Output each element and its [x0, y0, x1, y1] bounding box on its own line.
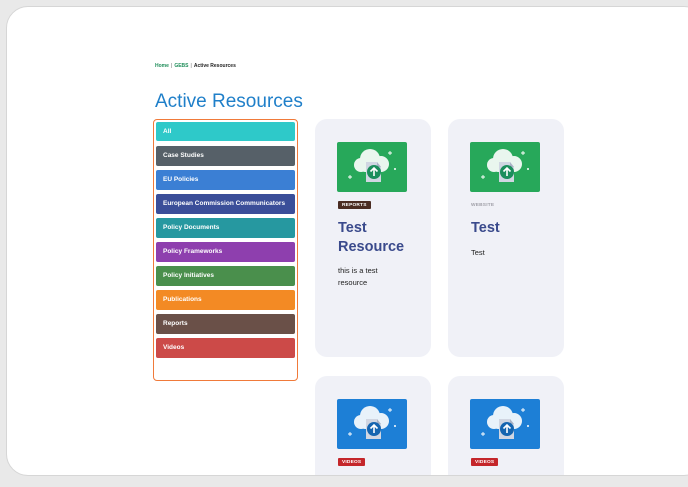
breadcrumb-separator: | [190, 63, 192, 69]
cloud-upload-icon [348, 149, 396, 182]
breadcrumb-current: Active Resources [193, 63, 236, 69]
resource-thumbnail [337, 399, 407, 449]
filter-case-studies[interactable]: Case Studies [156, 146, 295, 166]
filter-policy-initiatives[interactable]: Policy Initiatives [156, 266, 295, 286]
breadcrumb-section-link[interactable]: GEBS [174, 63, 188, 69]
filter-policy-frameworks[interactable]: Policy Frameworks [156, 242, 295, 262]
resource-thumbnail [470, 399, 540, 449]
resource-title[interactable]: Test Resource [338, 219, 404, 257]
resource-card[interactable]: VIDEOS [315, 376, 431, 475]
resource-title-line: Test [338, 220, 367, 236]
breadcrumb: Home | GEBS | Active Resources [155, 63, 236, 69]
cloud-upload-icon [348, 406, 396, 439]
browser-frame: Home | GEBS | Active Resources Active Resour… [6, 6, 688, 476]
resource-description: Test [471, 247, 561, 259]
filter-eu-policies[interactable]: EU Policies [156, 170, 295, 190]
breadcrumb-home-link[interactable]: Home [155, 63, 169, 69]
resource-description-line: Test [471, 248, 485, 257]
cloud-upload-icon [481, 149, 529, 182]
resource-card[interactable]: WEBSITE Test Test [448, 119, 564, 357]
resource-description-line: this is a test [338, 266, 378, 275]
filter-videos[interactable]: Videos [156, 338, 295, 358]
filter-european-commission-communicators[interactable]: European Commission Communicators [156, 194, 295, 214]
resource-description: this is a test resource [338, 265, 428, 289]
filter-policy-documents[interactable]: Policy Documents [156, 218, 295, 238]
filter-publications[interactable]: Publications [156, 290, 295, 310]
resource-type-badge: REPORTS [338, 201, 371, 209]
resource-title-line: Test [471, 220, 500, 236]
breadcrumb-separator: | [170, 63, 173, 69]
resource-type-badge: VIDEOS [338, 458, 366, 466]
resource-card[interactable]: VIDEOS [448, 376, 564, 475]
resource-card[interactable]: REPORTS Test Resource this is a test res… [315, 119, 431, 357]
resource-title-line: Resource [338, 239, 405, 255]
filter-all[interactable]: All [156, 122, 295, 141]
page-title: Active Resources [155, 91, 303, 112]
resource-type-badge: VIDEOS [471, 458, 499, 466]
resource-description-line: resource [338, 278, 368, 287]
resource-thumbnail [470, 142, 540, 192]
resource-title[interactable]: Test [471, 219, 500, 238]
filter-reports[interactable]: Reports [156, 314, 295, 334]
category-filter-list: All Case Studies EU Policies European Co… [153, 119, 298, 381]
cloud-upload-icon [481, 406, 529, 439]
resource-type-badge: WEBSITE [471, 202, 495, 208]
resource-thumbnail [337, 142, 407, 192]
